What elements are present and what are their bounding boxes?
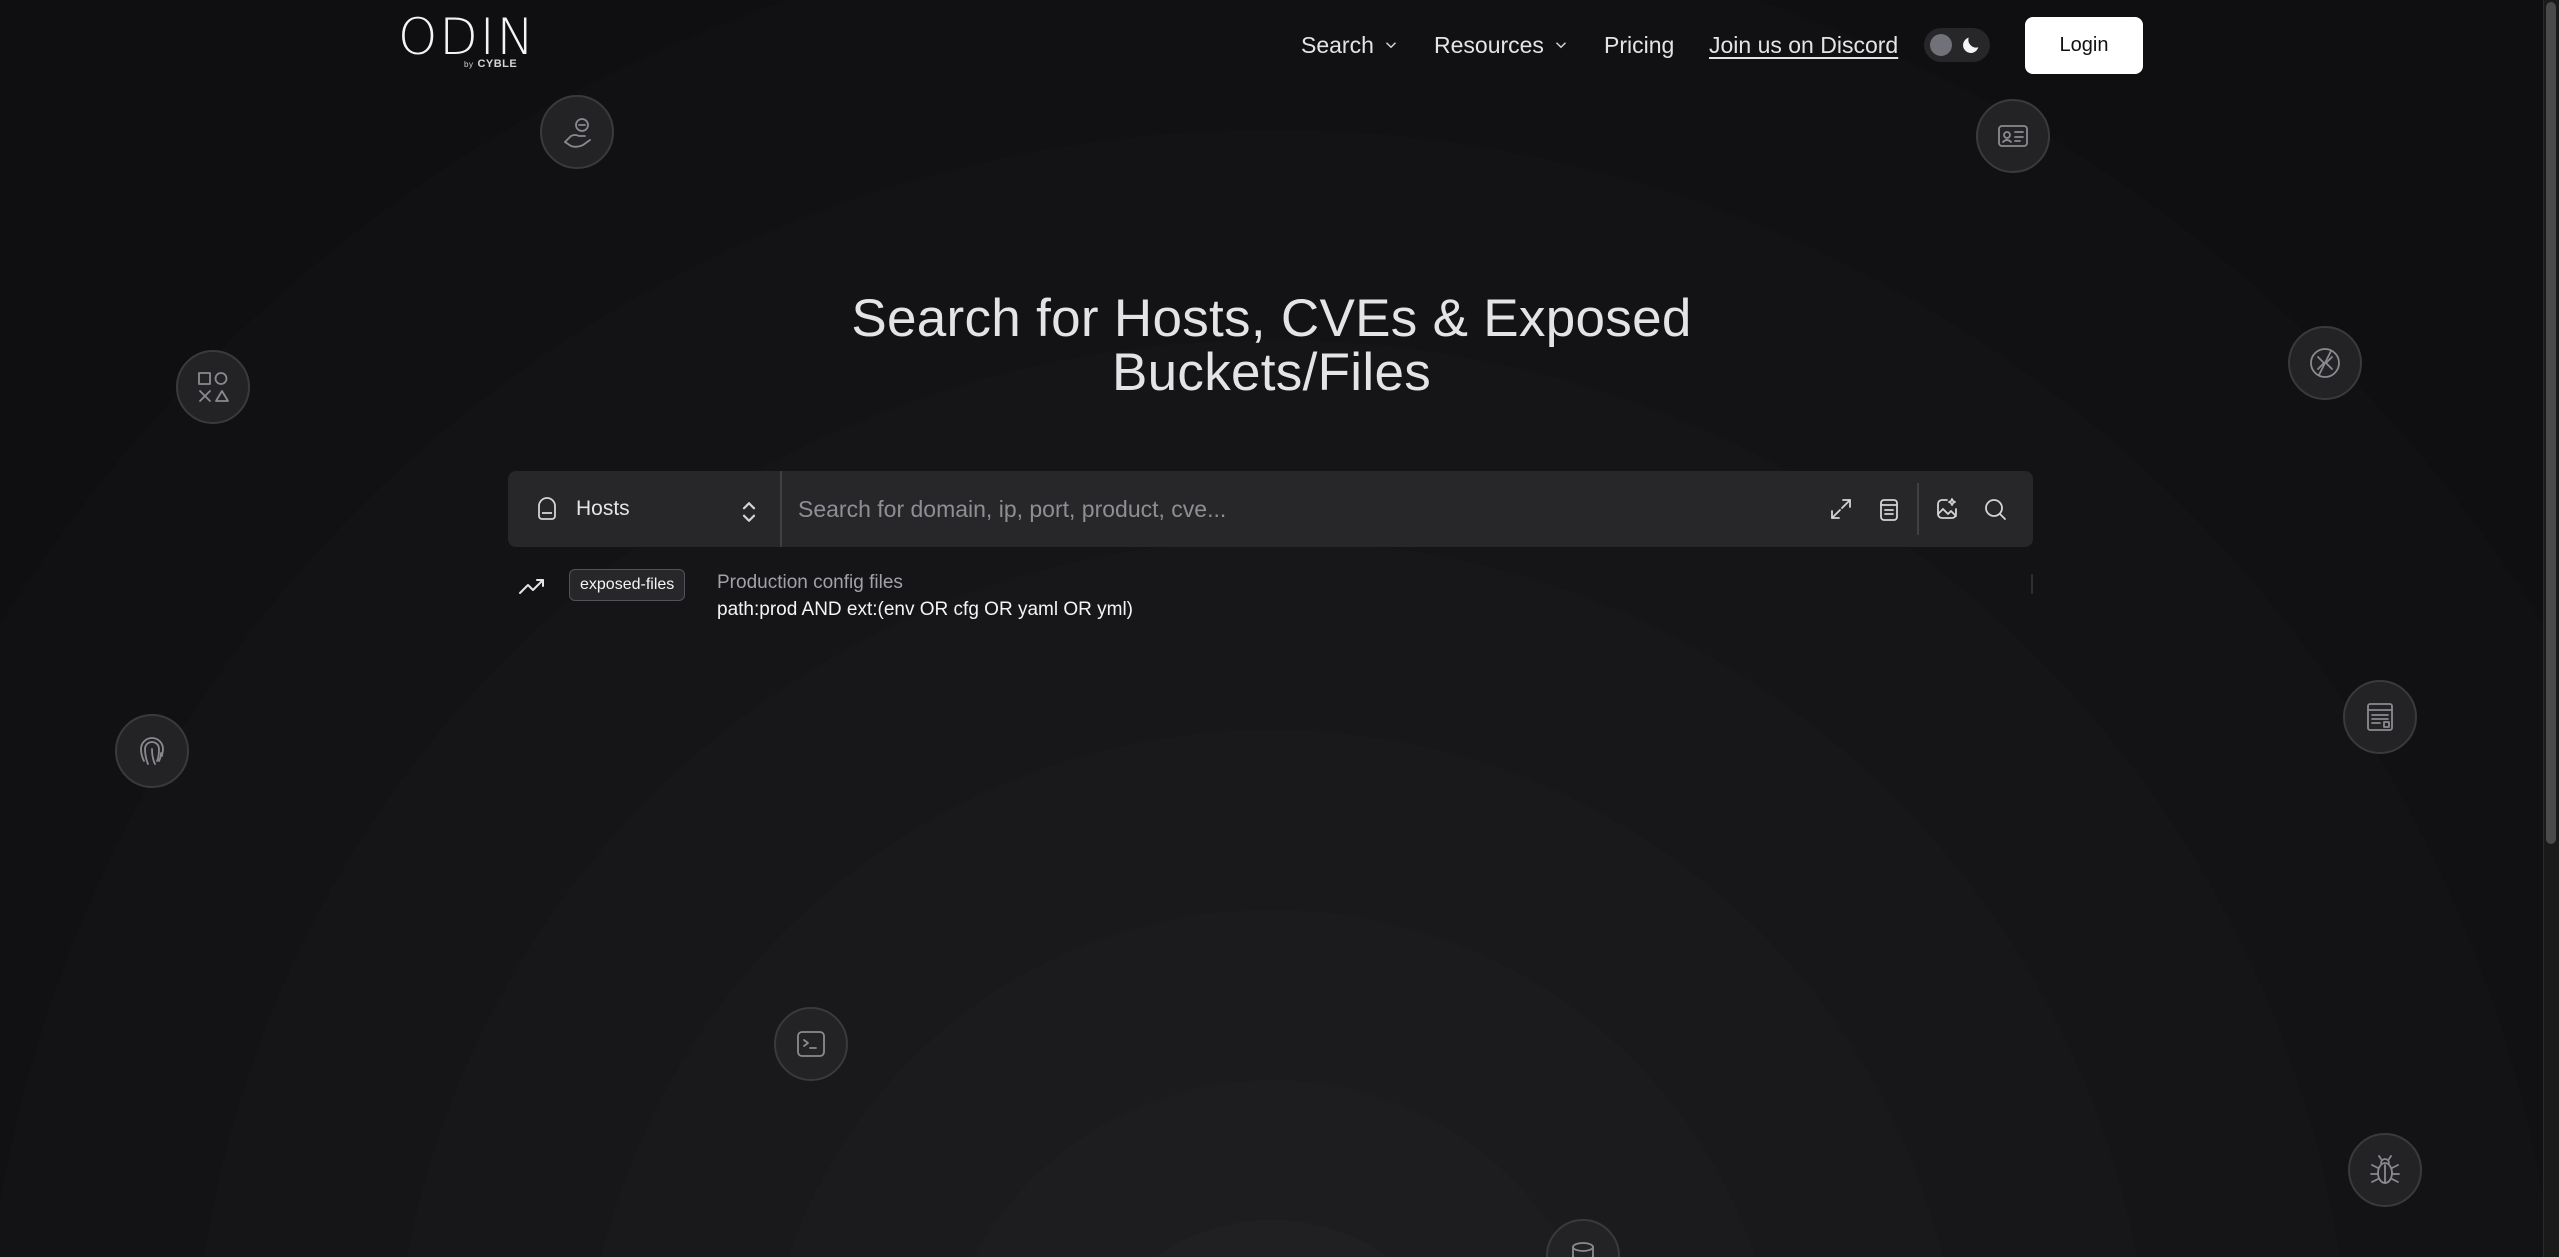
search-actions-divider — [1917, 483, 1919, 535]
query-suggestion[interactable]: exposed-files Production config files pa… — [508, 566, 2033, 626]
nav-resources-label: Resources — [1434, 31, 1544, 58]
page-title-line-1: Search for Hosts, CVEs & Exposed — [851, 289, 1692, 348]
expand-icon — [1831, 499, 1851, 519]
page-title-line-2: Buckets/Files — [1111, 343, 1432, 402]
nav-search-menu[interactable]: Search — [1301, 26, 1400, 64]
chevron-down-icon — [1555, 42, 1566, 49]
expand-button[interactable] — [1817, 485, 1865, 533]
search-actions — [1817, 471, 2033, 547]
nav-pricing-label: Pricing — [1604, 31, 1675, 58]
top-navbar: ODIN by CYBLE Search Resources Pricing Jo… — [0, 0, 2543, 90]
search-type-select[interactable]: Hosts — [508, 471, 782, 547]
chevron-down-icon — [1385, 42, 1396, 49]
nav-pricing-link[interactable]: Pricing — [1604, 26, 1674, 64]
nav-resources-menu[interactable]: Resources — [1434, 26, 1570, 64]
image-search-icon — [1937, 498, 1957, 519]
image-search-button[interactable] — [1923, 485, 1971, 533]
suggestion-title: Production config files — [717, 572, 903, 593]
search-bar: Hosts — [508, 471, 2033, 547]
theme-toggle[interactable] — [1924, 28, 1990, 62]
odin-logo[interactable]: ODIN by CYBLE — [398, 8, 538, 74]
page-title: Search for Hosts, CVEs & Exposed Buckets… — [0, 292, 2543, 400]
nav-discord-link[interactable]: Join us on Discord — [1709, 26, 1898, 64]
chevron-up-down-icon — [742, 502, 756, 522]
toggle-knob — [1930, 34, 1952, 56]
search-button[interactable] — [1971, 485, 2019, 533]
database-icon — [1546, 1219, 1620, 1257]
moon-icon — [1963, 37, 1979, 53]
logo-wordmark: ODIN — [398, 8, 537, 66]
nav-discord-label: Join us on Discord — [1709, 31, 1899, 58]
suggestion-query: path:prod AND ext:(env OR cfg OR yaml OR… — [717, 599, 1134, 620]
search-type-label: Hosts — [576, 497, 630, 520]
logo-brand-text: CYBLE — [477, 58, 518, 70]
search-input[interactable] — [782, 471, 1817, 547]
suggestion-scroll-edge — [2031, 574, 2033, 594]
hosts-icon — [538, 497, 556, 520]
id-card-icon — [1976, 99, 2050, 173]
nav-search-label: Search — [1301, 31, 1374, 58]
fingerprint-icon — [115, 714, 189, 788]
hand-coin-icon — [540, 95, 614, 169]
clipboard-icon — [1880, 499, 1898, 521]
browser-window-icon — [2343, 680, 2417, 754]
page-scrollbar[interactable] — [2543, 0, 2559, 1257]
login-button[interactable]: Login — [2025, 17, 2143, 74]
logo-byline: by CYBLE — [464, 58, 517, 70]
trending-up-icon — [517, 572, 547, 602]
bug-icon — [2348, 1133, 2422, 1207]
logo-by-text: by — [464, 60, 474, 69]
suggestion-tag: exposed-files — [569, 569, 686, 601]
search-icon — [1985, 499, 2006, 520]
query-builder-button[interactable] — [1865, 485, 1913, 533]
terminal-icon — [774, 1007, 848, 1081]
scrollbar-thumb[interactable] — [2546, 2, 2556, 844]
